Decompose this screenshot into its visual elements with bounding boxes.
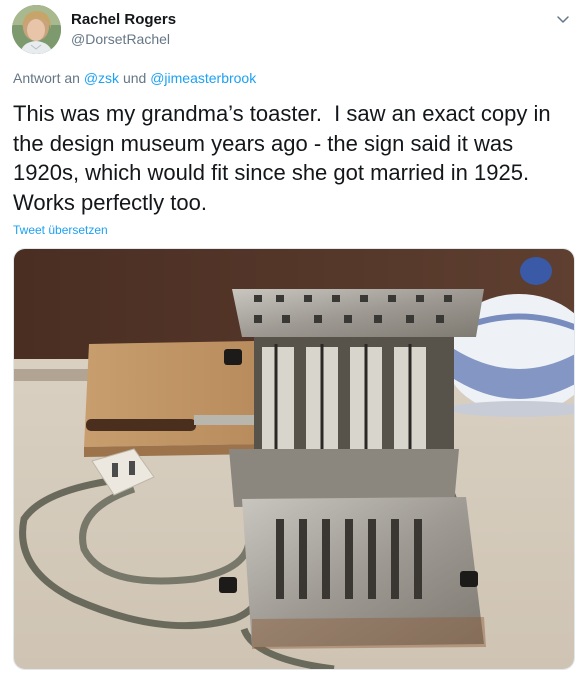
- reply-context: Antwort an @zsk und @jimeasterbrook: [13, 70, 256, 86]
- translate-tweet-link[interactable]: Tweet übersetzen: [13, 223, 108, 237]
- tweet-text: This was my grandma’s toaster. I saw an …: [13, 101, 557, 215]
- reply-prefix: Antwort an: [13, 70, 80, 86]
- author-handle[interactable]: @DorsetRachel: [71, 31, 170, 47]
- toaster-photo: [14, 249, 574, 669]
- reply-conjunction: und: [122, 70, 147, 86]
- avatar[interactable]: [12, 5, 61, 54]
- avatar-image: [12, 5, 61, 54]
- author-name[interactable]: Rachel Rogers: [71, 11, 176, 28]
- reply-mention-zsk[interactable]: @zsk: [84, 70, 119, 86]
- chevron-down-icon[interactable]: [555, 11, 571, 27]
- tweet-photo[interactable]: [13, 248, 575, 670]
- reply-mention-jimeasterbrook[interactable]: @jimeasterbrook: [150, 70, 256, 86]
